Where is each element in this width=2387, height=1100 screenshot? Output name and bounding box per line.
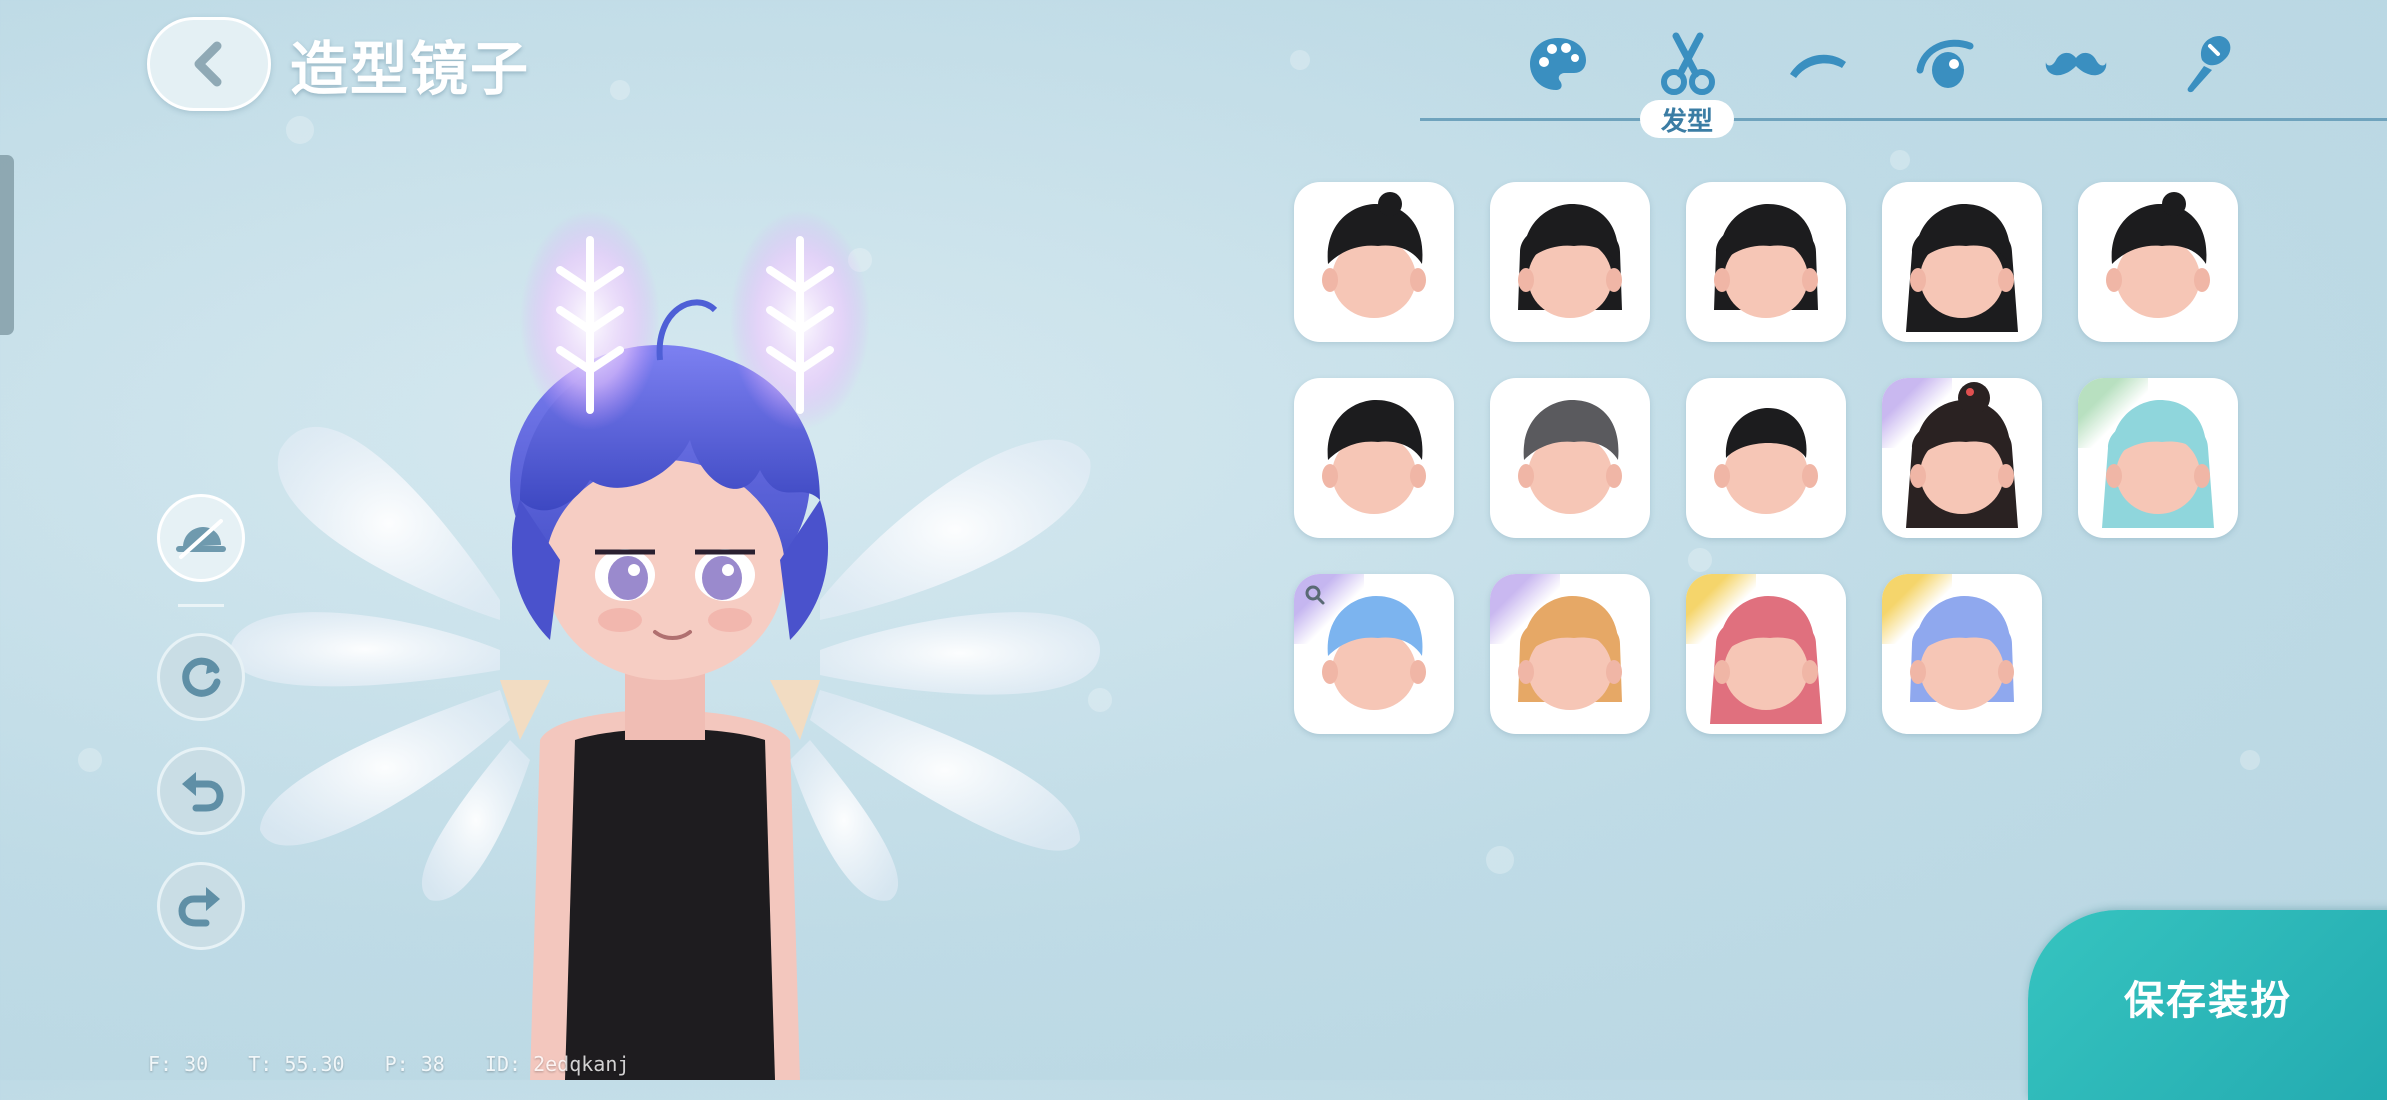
rarity-corner — [1882, 574, 1952, 644]
hairstyle-option[interactable] — [1686, 182, 1846, 342]
hairstyle-option[interactable] — [2078, 182, 2238, 342]
tab-underline — [1420, 118, 2387, 121]
side-drawer-handle[interactable] — [0, 155, 14, 335]
hairstyle-option[interactable] — [1294, 574, 1454, 734]
hairstyle-thumbnail — [2106, 192, 2210, 318]
hairstyle-option[interactable] — [1882, 574, 2042, 734]
redo-button[interactable] — [157, 862, 245, 950]
rarity-corner — [1490, 574, 1560, 644]
hairstyle-option[interactable] — [1686, 378, 1846, 538]
hairstyle-option[interactable] — [1294, 378, 1454, 538]
eye-icon — [1916, 39, 1974, 88]
brush-icon — [2187, 36, 2231, 93]
hairstyle-thumbnail — [1714, 204, 1818, 318]
hairstyle-option[interactable] — [1490, 182, 1650, 342]
hairstyle-option[interactable] — [1490, 378, 1650, 538]
scissors-icon — [1661, 32, 1715, 95]
palette-icon — [1530, 38, 1586, 90]
active-tab-label: 发型 — [1640, 100, 1734, 138]
hairstyle-thumbnail — [1518, 204, 1622, 318]
character-preview[interactable] — [200, 180, 1250, 1080]
hide-accessory-button[interactable] — [157, 494, 245, 582]
rarity-corner — [2078, 378, 2148, 448]
tab-hairstyle[interactable] — [1646, 22, 1730, 106]
refresh-icon — [182, 657, 221, 697]
hairstyle-option[interactable] — [1294, 182, 1454, 342]
tab-eyebrow[interactable] — [1776, 22, 1860, 106]
hairstyle-thumbnail — [1714, 408, 1818, 514]
eyebrow-icon — [1790, 54, 1846, 78]
reset-button[interactable] — [157, 633, 245, 721]
undo-icon — [182, 772, 224, 812]
hairstyle-option[interactable] — [1882, 378, 2042, 538]
undo-button[interactable] — [157, 747, 245, 835]
tab-color[interactable] — [1516, 22, 1600, 106]
chevron-left-icon — [194, 41, 222, 87]
back-button[interactable] — [147, 17, 271, 111]
hairstyle-thumbnail — [1906, 204, 2018, 332]
save-outfit-label: 保存装扮 — [2124, 978, 2292, 1024]
hairstyle-thumbnail — [1322, 400, 1426, 514]
hat-hidden-icon — [176, 519, 226, 559]
mustache-icon — [2045, 52, 2107, 76]
fps-readout: F: 30 — [148, 1052, 209, 1076]
time-readout: T: 55.30 — [248, 1052, 345, 1076]
hairstyle-thumbnail — [1322, 192, 1426, 318]
hairstyle-thumbnail — [1518, 400, 1622, 514]
tab-makeup[interactable] — [2164, 22, 2248, 106]
magnifier-icon[interactable] — [1304, 584, 1326, 606]
hairstyle-option[interactable] — [1882, 182, 2042, 342]
tab-eye[interactable] — [1904, 22, 1988, 106]
hairstyle-option[interactable] — [1490, 574, 1650, 734]
ping-readout: P: 38 — [384, 1052, 445, 1076]
rarity-corner — [1686, 574, 1756, 644]
player-id: ID: 2edqkanj — [484, 1052, 630, 1076]
hairstyle-option[interactable] — [2078, 378, 2238, 538]
black-tank-top — [565, 728, 775, 1080]
debug-overlay: F: 30 T: 55.30 P: 38 ID: 2edqkanj — [148, 1052, 657, 1076]
redo-icon — [178, 887, 220, 927]
tool-divider — [178, 604, 224, 607]
tab-facial-hair[interactable] — [2034, 22, 2118, 106]
hairstyle-option[interactable] — [1686, 574, 1846, 734]
rarity-corner — [1882, 378, 1952, 448]
page-title: 造型镜子 — [290, 35, 531, 103]
